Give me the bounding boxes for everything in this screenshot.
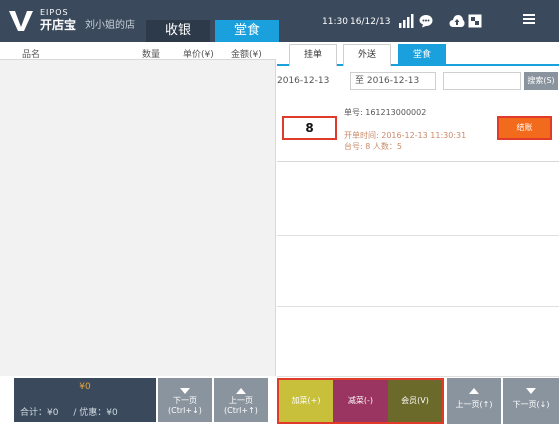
tab-dine-in-orders[interactable]: 堂食 [398, 44, 446, 66]
chevron-down-icon [180, 388, 190, 394]
total-summary: 合计：¥0 / 优惠：¥0 [20, 405, 118, 418]
tab-held-orders[interactable]: 挂单 [289, 44, 337, 66]
total-amount: ¥0 [79, 382, 91, 392]
logo-subtitle: EIPOS [40, 8, 69, 17]
clock-time: 11:30 [322, 17, 348, 27]
order-open-time: 开单时间: 2016-12-13 11:30:31 [344, 131, 467, 140]
prev-page-label: 上一页(↑) [455, 400, 493, 409]
tab-delivery[interactable]: 外送 [343, 44, 391, 66]
box-icon[interactable] [468, 14, 482, 28]
order-items-list[interactable] [0, 60, 276, 376]
tab-cashier[interactable]: 收银 [146, 20, 210, 42]
logo-name: 开店宝 [40, 18, 77, 32]
next-page-button[interactable]: 下一页 (Ctrl+↓) [158, 378, 212, 422]
order-table-info: 台号: 8 人数：5 [344, 142, 402, 151]
total-label: 合计：¥0 [20, 408, 59, 418]
settle-button[interactable]: 结账 [497, 116, 552, 140]
prev-page-button[interactable]: 上一页(↑) [447, 378, 501, 424]
prev-page-shortcut: (Ctrl+↑) [224, 406, 258, 415]
date-from-field[interactable]: 2016-12-13 [277, 72, 345, 90]
chevron-down-icon [526, 388, 536, 394]
add-dish-button[interactable]: 加菜(+) [279, 380, 333, 422]
store-name: 刘小姐的店 [85, 20, 135, 31]
search-button[interactable]: 搜索(S) [524, 72, 558, 90]
divider [277, 376, 559, 377]
member-button[interactable]: 会员(V) [388, 380, 442, 422]
clock-date: 16/12/13 [350, 17, 391, 27]
chevron-up-icon [236, 388, 246, 394]
cloud-upload-icon[interactable] [449, 14, 465, 28]
logo-icon [9, 11, 33, 31]
tab-dine-in[interactable]: 堂食 [215, 20, 279, 42]
chevron-up-icon [469, 388, 479, 394]
prev-page-button[interactable]: 上一页 (Ctrl+↑) [214, 378, 268, 422]
divider [277, 306, 559, 307]
date-to-field[interactable]: 至 2016-12-13 [350, 72, 436, 90]
order-number: 单号: 161213000002 [344, 108, 427, 117]
next-page-button[interactable]: 下一页(↓) [503, 378, 559, 424]
next-page-label: 下一页 [173, 396, 197, 405]
remove-dish-button[interactable]: 减菜(-) [333, 380, 388, 422]
table-number: 8 [282, 116, 337, 140]
chat-icon[interactable] [419, 14, 433, 28]
search-input[interactable] [443, 72, 521, 90]
menu-icon[interactable] [522, 12, 536, 26]
next-page-label: 下一页(↓) [512, 400, 550, 409]
discount-label: / 优惠：¥0 [73, 408, 118, 418]
divider [277, 235, 559, 236]
prev-page-label: 上一页 [229, 396, 253, 405]
signal-icon [399, 14, 414, 28]
next-page-shortcut: (Ctrl+↓) [168, 406, 202, 415]
